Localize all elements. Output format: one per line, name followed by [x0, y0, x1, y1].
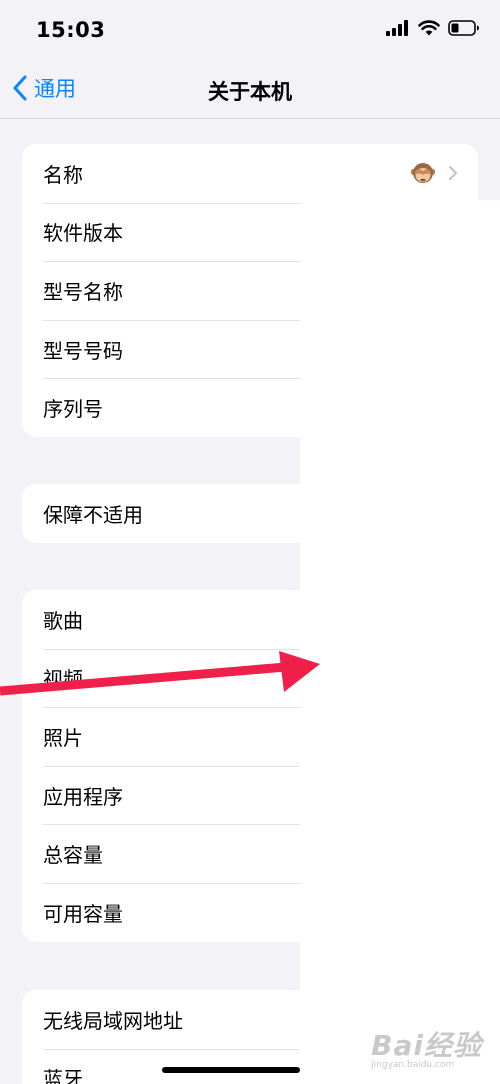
watermark-logo: Bai经验 — [371, 1029, 482, 1062]
watermark-url: jingyan.baidu.com — [371, 1060, 455, 1070]
watermark: Bai经验 jingyan.baidu.com — [371, 1024, 482, 1070]
annotation-arrow-icon — [0, 651, 320, 696]
home-indicator[interactable] — [162, 1067, 300, 1073]
